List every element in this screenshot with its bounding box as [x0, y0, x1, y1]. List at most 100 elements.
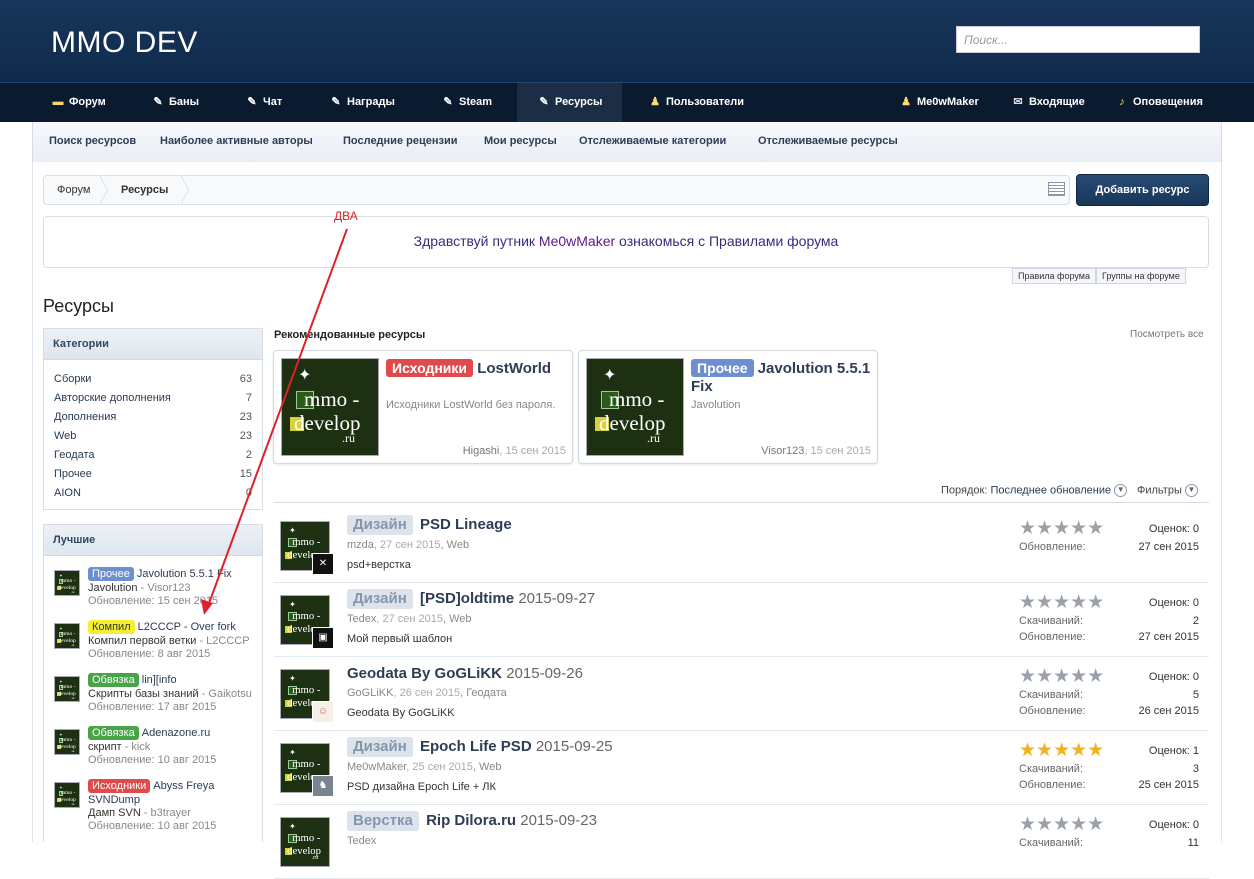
nav-user-account[interactable]: ♟ Me0wMaker	[899, 83, 979, 122]
best-item-author[interactable]: - b3trayer	[141, 807, 191, 819]
author-avatar[interactable]: ▣	[312, 627, 334, 649]
resource-name[interactable]: PSD Lineage	[420, 516, 512, 533]
author-name[interactable]: Visor123	[761, 445, 804, 457]
best-item-author[interactable]: - L2CCCP	[196, 635, 249, 647]
sort-order[interactable]: Порядок: Последнее обновление ▼	[941, 484, 1128, 497]
resource-thumbnail[interactable]: mmo -develop.ru✦	[281, 358, 379, 456]
view-all-link[interactable]: Посмотреть все	[1130, 329, 1204, 340]
best-item[interactable]: mmo - develop .ru ✦ Компил L2CCCP - Over fork…	[54, 620, 259, 670]
author-name[interactable]: Tedex	[347, 835, 376, 847]
tab-forum-rules[interactable]: Правила форума	[1012, 268, 1096, 284]
author-name[interactable]: Me0wMaker	[347, 761, 406, 773]
best-item-title[interactable]: Обвязка lin][info	[88, 673, 177, 687]
search-input[interactable]	[956, 26, 1200, 53]
best-item[interactable]: mmo - develop .ru ✦ Обвязка lin][info Скрипты …	[54, 673, 259, 723]
nav-resources[interactable]: ✎ Ресурсы	[517, 83, 623, 122]
subnav-top-authors[interactable]: Наиболее активные авторы	[160, 135, 313, 147]
resource-thumbnail[interactable]: mmo -develop.ru✦	[54, 570, 80, 596]
resource-row[interactable]: mmo -develop.ru✦▣Дизайн [PSD]oldtime 201…	[274, 583, 1209, 657]
resource-title[interactable]: Geodata By GoGLiKK 2015-09-26	[347, 665, 583, 682]
best-item-author[interactable]: - Gaikotsu	[199, 688, 252, 700]
tab-forum-groups[interactable]: Группы на форуме	[1096, 268, 1186, 284]
nav-alerts[interactable]: ♪ Оповещения	[1115, 83, 1203, 122]
recommended-title-text[interactable]: Исходники LostWorld	[386, 359, 571, 378]
best-item-name[interactable]: L2CCCP - Over fork	[138, 621, 236, 633]
resource-thumbnail[interactable]: mmo -develop.ru✦	[54, 782, 80, 808]
resource-name[interactable]: Epoch Life PSD	[420, 738, 532, 755]
resource-title[interactable]: Верстка Rip Dilora.ru 2015-09-23	[347, 811, 597, 831]
best-item[interactable]: mmo - develop .ru ✦ Прочее Javolution 5.5.1 F…	[54, 567, 259, 617]
best-item[interactable]: mmo - develop .ru ✦ Обвязка Adenazone.ru скрип…	[54, 726, 259, 776]
best-item-author[interactable]: - kick	[122, 741, 151, 753]
subnav-latest-reviews[interactable]: Последние рецензии	[343, 135, 457, 147]
category-item[interactable]: AION	[54, 487, 81, 499]
resource-thumbnail[interactable]: mmo -develop.ru✦	[54, 729, 80, 755]
best-item-author[interactable]: - Visor123	[138, 582, 191, 594]
category-link[interactable]: , Web	[441, 539, 470, 551]
recommended-card[interactable]: mmo - develop .ru ✦ Исходники LostWorld Исход…	[273, 350, 573, 464]
category-link[interactable]: , Геодата	[460, 687, 507, 699]
resource-row[interactable]: mmo - develop .ru ✦ Верстка Rip Dilora.ru 20…	[274, 805, 1209, 879]
nav-users[interactable]: ♟ Пользователи	[648, 83, 744, 122]
sitemap-icon[interactable]	[1048, 182, 1065, 196]
best-item[interactable]: mmo - develop .ru ✦ Исходники Abyss Freya SVN…	[54, 779, 259, 832]
resource-thumbnail[interactable]: mmo -develop.ru✦	[54, 623, 80, 649]
author-avatar[interactable]: ♞	[312, 775, 334, 797]
category-item[interactable]: Прочее	[54, 468, 92, 480]
resource-row[interactable]: mmo -develop.ru✦✕Дизайн PSD Lineagemzda,…	[274, 509, 1209, 583]
resource-title[interactable]: Дизайн Epoch Life PSD 2015-09-25	[347, 737, 613, 757]
notice-username[interactable]: Me0wMaker	[539, 233, 615, 249]
category-link[interactable]: , Web	[443, 613, 472, 625]
resource-row[interactable]: mmo -develop.ru✦☺Geodata By GoGLiKK 2015…	[274, 657, 1209, 731]
recommended-title-text[interactable]: Прочее Javolution 5.5.1 Fix	[691, 359, 876, 396]
users-icon: ♟	[650, 96, 660, 108]
filters-button[interactable]: Фильтры ▼	[1137, 484, 1198, 497]
category-item[interactable]: Авторские дополнения	[54, 392, 171, 404]
author-name[interactable]: Higashi	[463, 445, 500, 457]
author-name[interactable]: mzda	[347, 539, 374, 551]
nav-chat[interactable]: ✎ Чат	[245, 83, 282, 122]
nav-awards[interactable]: ✎ Награды	[329, 83, 394, 122]
category-item[interactable]: Web	[54, 430, 76, 442]
best-item-name[interactable]: Adenazone.ru	[142, 727, 211, 739]
best-item-title[interactable]: Прочее Javolution 5.5.1 Fix	[88, 567, 232, 581]
nav-steam[interactable]: ✎ Steam	[441, 83, 492, 122]
category-link[interactable]: , Web	[473, 761, 502, 773]
author-avatar[interactable]: ☺	[312, 701, 334, 723]
subnav-watched-categories[interactable]: Отслеживаемые категории	[579, 135, 726, 147]
breadcrumb-forum[interactable]: Форум	[57, 184, 90, 196]
resource-title[interactable]: Дизайн PSD Lineage	[347, 515, 512, 535]
author-avatar[interactable]: ✕	[312, 553, 334, 575]
author-name[interactable]: Tedex	[347, 613, 376, 625]
nav-forum[interactable]: ▬ Форум	[51, 83, 106, 122]
recommended-card[interactable]: mmo - develop .ru ✦ Прочее Javolution 5.5.1 …	[578, 350, 878, 464]
breadcrumb-resources[interactable]: Ресурсы	[121, 184, 168, 196]
downloads-count: 2	[1192, 615, 1199, 627]
resource-name[interactable]: Rip Dilora.ru	[426, 812, 516, 829]
nav-inbox[interactable]: ✉ Входящие	[1011, 83, 1084, 122]
add-resource-button[interactable]: Добавить ресурс	[1076, 174, 1209, 206]
site-logo[interactable]: MMO DEV	[51, 26, 198, 60]
best-item-title[interactable]: Исходники Abyss Freya SVNDump	[88, 779, 248, 807]
recommended-name[interactable]: LostWorld	[477, 360, 551, 377]
nav-bans[interactable]: ✎ Баны	[151, 83, 199, 122]
best-item-title[interactable]: Компил L2CCCP - Over fork	[88, 620, 236, 634]
subnav-search-resources[interactable]: Поиск ресурсов	[49, 135, 136, 147]
best-item-name[interactable]: lin][info	[142, 674, 177, 686]
best-item-name[interactable]: Javolution 5.5.1 Fix	[137, 568, 232, 580]
category-item[interactable]: Дополнения	[54, 411, 116, 423]
resource-thumbnail[interactable]: mmo -develop.ru✦	[586, 358, 684, 456]
category-item[interactable]: Сборки	[54, 373, 91, 385]
resource-name[interactable]: [PSD]oldtime	[420, 590, 514, 607]
author-name[interactable]: GoGLiKK	[347, 687, 393, 699]
subnav-my-resources[interactable]: Мои ресурсы	[484, 135, 557, 147]
category-item[interactable]: Геодата	[54, 449, 95, 461]
resource-thumbnail[interactable]: mmo -develop.ru✦	[280, 817, 330, 867]
resource-name[interactable]: Geodata By GoGLiKK	[347, 665, 502, 682]
resource-thumbnail[interactable]: mmo -develop.ru✦	[54, 676, 80, 702]
resource-title[interactable]: Дизайн [PSD]oldtime 2015-09-27	[347, 589, 595, 609]
chevron-down-icon: ▼	[1184, 484, 1198, 497]
best-item-title[interactable]: Обвязка Adenazone.ru	[88, 726, 210, 740]
resource-row[interactable]: mmo -develop.ru✦♞Дизайн Epoch Life PSD 2…	[274, 731, 1209, 805]
subnav-watched-resources[interactable]: Отслеживаемые ресурсы	[758, 135, 898, 147]
